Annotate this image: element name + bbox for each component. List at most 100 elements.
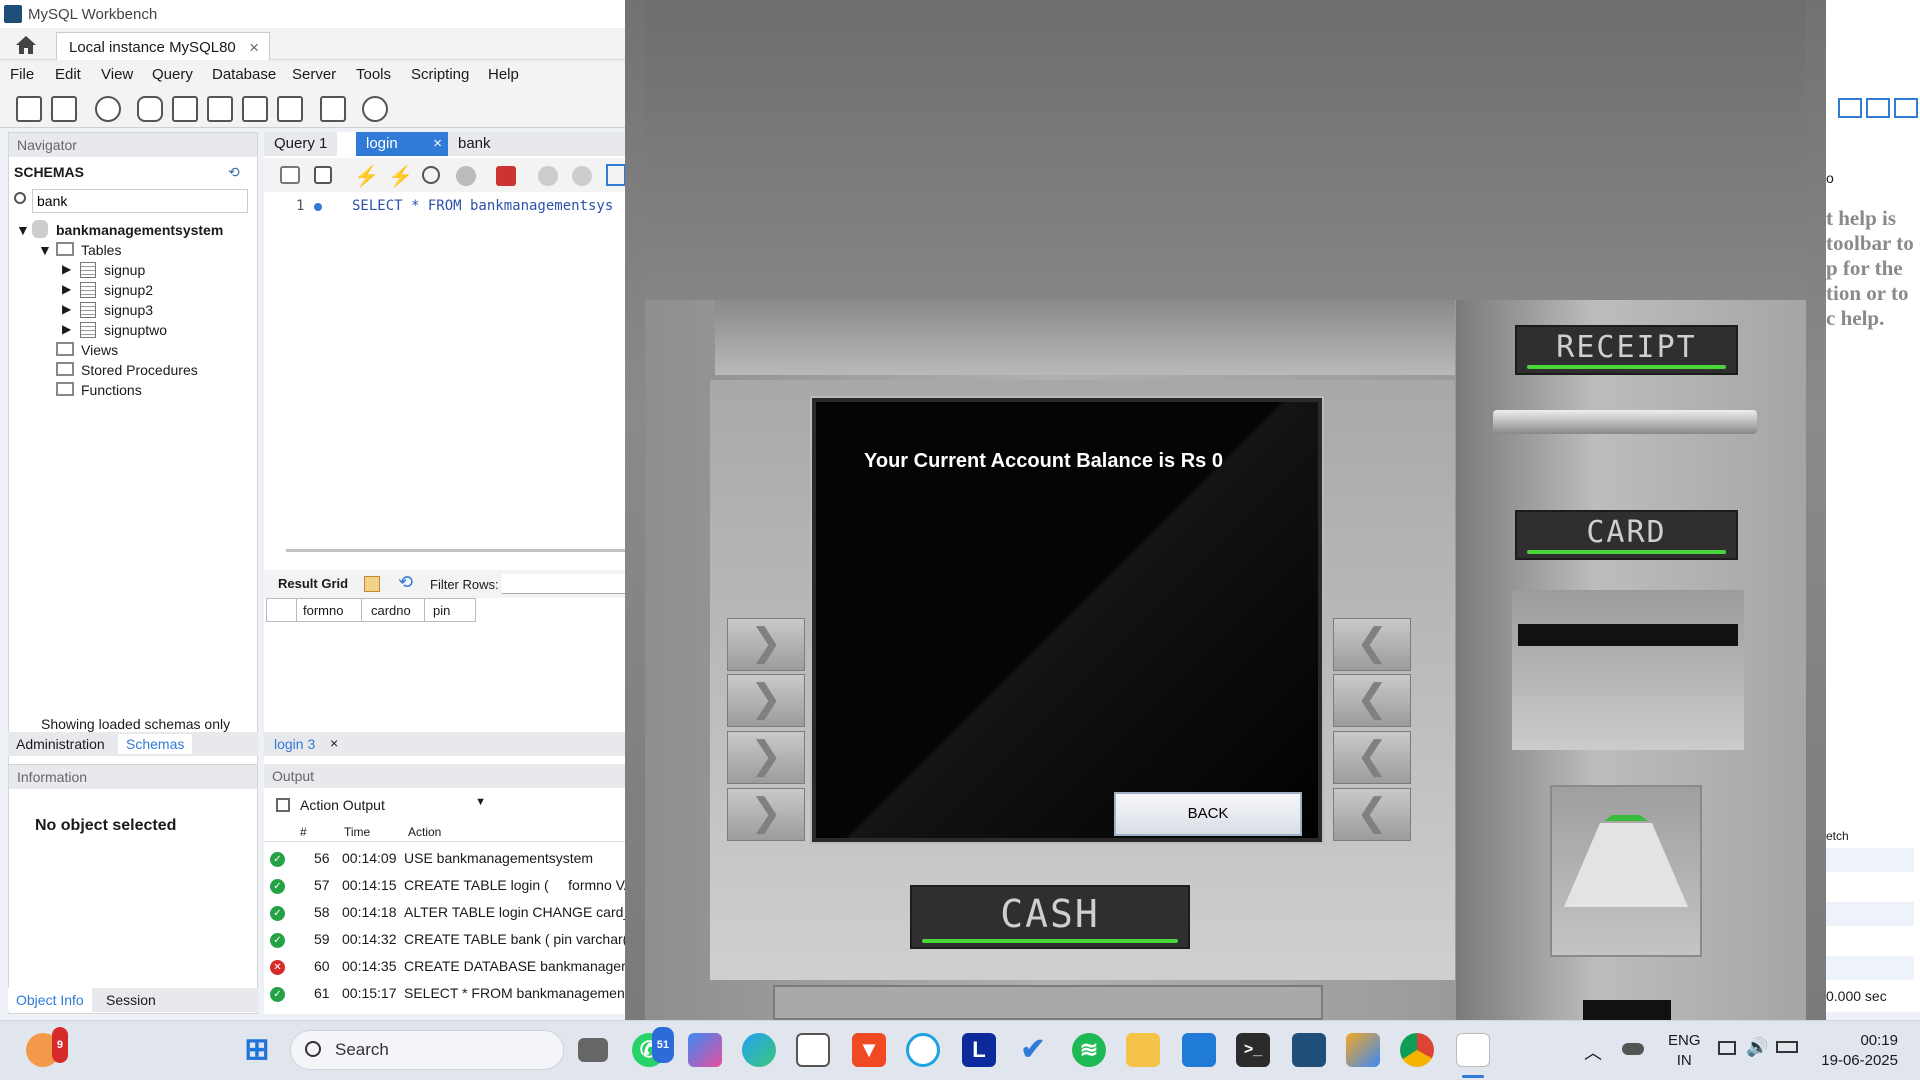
left-side-button-3[interactable]: ❯ bbox=[727, 731, 805, 784]
task-view-icon[interactable] bbox=[578, 1038, 608, 1062]
toggle-secondary-icon[interactable] bbox=[1894, 98, 1918, 118]
vscode-icon[interactable] bbox=[1182, 1033, 1216, 1067]
tree-expand-tables-icon[interactable]: ▼ bbox=[38, 242, 52, 258]
menu-server[interactable]: Server bbox=[292, 66, 336, 83]
brave-icon[interactable]: ▼ bbox=[852, 1033, 886, 1067]
copilot-icon[interactable] bbox=[688, 1033, 722, 1067]
refresh-icon[interactable]: ⟲ bbox=[398, 572, 413, 593]
stop-icon[interactable] bbox=[456, 166, 476, 186]
table-item-signup2[interactable]: signup2 bbox=[104, 282, 153, 298]
tab-schemas[interactable]: Schemas bbox=[118, 734, 193, 754]
rollback-icon[interactable] bbox=[572, 166, 592, 186]
menu-query[interactable]: Query bbox=[152, 66, 193, 83]
battery-icon[interactable] bbox=[1776, 1041, 1798, 1053]
output-type-select[interactable]: Action Output ▼ bbox=[300, 794, 490, 816]
menu-tools[interactable]: Tools bbox=[356, 66, 391, 83]
menu-edit[interactable]: Edit bbox=[55, 66, 81, 83]
output-row[interactable]: ✕ 60 00:14:35 CREATE DATABASE bankmanage… bbox=[264, 953, 625, 980]
network-icon[interactable] bbox=[1718, 1041, 1736, 1055]
column-formno[interactable]: formno bbox=[303, 603, 343, 618]
toggle-sidebar-icon[interactable] bbox=[1838, 98, 1862, 118]
search-table-data-icon[interactable] bbox=[320, 96, 346, 122]
right-side-button-2[interactable]: ❮ bbox=[1333, 674, 1411, 727]
menu-file[interactable]: File bbox=[10, 66, 34, 83]
right-side-button-3[interactable]: ❮ bbox=[1333, 731, 1411, 784]
spotify-icon[interactable]: ≋ bbox=[1072, 1033, 1106, 1067]
functions-folder[interactable]: Functions bbox=[81, 382, 142, 398]
tab-query-1[interactable]: Query 1 bbox=[264, 132, 338, 156]
result-tab[interactable]: login 3 × bbox=[264, 732, 625, 756]
chrome-icon[interactable] bbox=[1400, 1033, 1434, 1067]
execute-current-icon[interactable]: ⚡ bbox=[388, 164, 413, 189]
tab-administration[interactable]: Administration bbox=[16, 736, 105, 752]
menu-help[interactable]: Help bbox=[488, 66, 519, 83]
copy-output-icon[interactable] bbox=[276, 798, 290, 812]
open-sql-script-icon[interactable] bbox=[51, 96, 77, 122]
microsoft-store-icon[interactable] bbox=[796, 1033, 830, 1067]
menu-view[interactable]: View bbox=[101, 66, 133, 83]
result-tab-close-icon[interactable]: × bbox=[330, 735, 338, 751]
tree-expand-schema-icon[interactable]: ▼ bbox=[16, 222, 30, 238]
create-table-icon[interactable] bbox=[172, 96, 198, 122]
expand-table-icon[interactable]: ▶ bbox=[62, 262, 71, 276]
output-row[interactable]: ✓ 61 00:15:17 SELECT * FROM bankmanageme… bbox=[264, 980, 625, 1007]
box-app-icon[interactable] bbox=[1346, 1033, 1380, 1067]
onedrive-icon[interactable] bbox=[1622, 1043, 1644, 1055]
left-side-button-2[interactable]: ❯ bbox=[727, 674, 805, 727]
mysql-workbench-icon[interactable] bbox=[1292, 1033, 1326, 1067]
edge-icon[interactable] bbox=[742, 1033, 776, 1067]
commit-icon[interactable] bbox=[538, 166, 558, 186]
volume-icon[interactable]: 🔊 bbox=[1746, 1037, 1768, 1058]
expand-table-icon[interactable]: ▶ bbox=[62, 322, 71, 336]
output-row[interactable]: ✓ 57 00:14:15 CREATE TABLE login ( formn… bbox=[264, 872, 625, 899]
create-schema-icon[interactable] bbox=[137, 96, 163, 122]
right-side-button-4[interactable]: ❮ bbox=[1333, 788, 1411, 841]
result-grid-label[interactable]: Result Grid bbox=[278, 576, 348, 591]
tab-login[interactable]: login × bbox=[356, 132, 448, 156]
file-explorer-icon[interactable] bbox=[1126, 1033, 1160, 1067]
output-row[interactable]: ✓ 59 00:14:32 CREATE TABLE bank ( pin va… bbox=[264, 926, 625, 953]
table-item-signup[interactable]: signup bbox=[104, 262, 145, 278]
back-button[interactable]: BACK bbox=[1114, 792, 1302, 836]
sql-editor-text[interactable]: SELECT * FROM bankmanagementsys bbox=[352, 198, 625, 214]
inspector-icon[interactable] bbox=[95, 96, 121, 122]
views-folder[interactable]: Views bbox=[81, 342, 118, 358]
column-cardno[interactable]: cardno bbox=[371, 603, 411, 618]
todo-icon[interactable]: ✔ bbox=[1016, 1033, 1050, 1067]
toggle-output-icon[interactable] bbox=[1866, 98, 1890, 118]
connection-tab-close-icon[interactable]: × bbox=[249, 38, 259, 58]
filter-rows-input[interactable] bbox=[502, 574, 625, 594]
column-pin[interactable]: pin bbox=[433, 603, 450, 618]
editor-hscrollbar[interactable] bbox=[286, 549, 625, 552]
execute-icon[interactable]: ⚡ bbox=[354, 164, 379, 189]
tab-session[interactable]: Session bbox=[106, 992, 156, 1008]
terminal-icon[interactable]: >_ bbox=[1236, 1033, 1270, 1067]
output-row[interactable]: ✓ 58 00:14:18 ALTER TABLE login CHANGE c… bbox=[264, 899, 625, 926]
left-side-button-1[interactable]: ❯ bbox=[727, 618, 805, 671]
table-item-signup3[interactable]: signup3 bbox=[104, 302, 153, 318]
left-side-button-4[interactable]: ❯ bbox=[727, 788, 805, 841]
right-side-button-1[interactable]: ❮ bbox=[1333, 618, 1411, 671]
save-icon[interactable] bbox=[314, 166, 332, 184]
connection-tab[interactable]: Local instance MySQL80 × bbox=[56, 32, 270, 60]
java-app-icon[interactable] bbox=[1456, 1033, 1490, 1067]
toggle-error-icon[interactable] bbox=[496, 166, 516, 186]
schema-search-input[interactable] bbox=[32, 189, 248, 213]
tab-bank[interactable]: bank bbox=[448, 132, 625, 156]
grid-icon[interactable] bbox=[364, 576, 380, 592]
open-file-icon[interactable] bbox=[280, 166, 300, 184]
refresh-schemas-icon[interactable]: ⟲ bbox=[228, 164, 240, 181]
expand-table-icon[interactable]: ▶ bbox=[62, 282, 71, 296]
create-function-icon[interactable] bbox=[277, 96, 303, 122]
language-indicator[interactable]: ENG IN bbox=[1668, 1031, 1701, 1071]
schema-name[interactable]: bankmanagementsystem bbox=[56, 222, 223, 238]
create-view-icon[interactable] bbox=[207, 96, 233, 122]
menu-scripting[interactable]: Scripting bbox=[411, 66, 469, 83]
menu-database[interactable]: Database bbox=[212, 66, 276, 83]
stored-procedures-folder[interactable]: Stored Procedures bbox=[81, 362, 198, 378]
clock[interactable]: 00:19 19-06-2025 bbox=[1816, 1031, 1898, 1071]
reconnect-icon[interactable] bbox=[362, 96, 388, 122]
create-procedure-icon[interactable] bbox=[242, 96, 268, 122]
chevron-up-icon[interactable]: ︿ bbox=[1584, 1039, 1602, 1065]
home-icon[interactable] bbox=[14, 34, 38, 56]
